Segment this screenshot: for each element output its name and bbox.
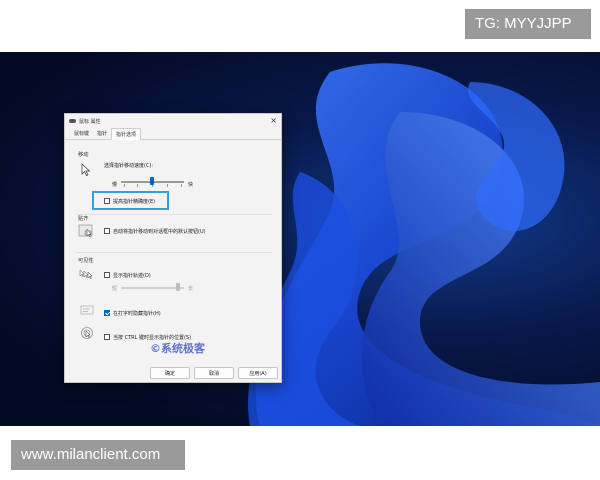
section-divider xyxy=(76,252,272,253)
speed-slider-thumb[interactable] xyxy=(150,177,154,185)
section-title-visibility: 可见性 xyxy=(78,258,94,264)
tab-pointers[interactable]: 指针 xyxy=(93,128,111,139)
ok-button[interactable]: 确定 xyxy=(150,367,190,379)
section-divider xyxy=(76,214,272,215)
apply-button[interactable]: 应用(A) xyxy=(238,367,278,379)
slider-tick xyxy=(124,184,125,187)
trails-slider-thumb[interactable] xyxy=(176,283,180,291)
dialog-titlebar: 鼠标 属性 × xyxy=(65,114,281,128)
snap-to-label: 自动将指针移动到对话框中的默认按钮(U) xyxy=(113,229,206,235)
trails-short-label: 短 xyxy=(112,286,118,292)
slider-tick xyxy=(167,184,168,187)
watermark-logo-icon: © xyxy=(150,342,161,355)
ctrl-locate-icon xyxy=(81,327,93,339)
snap-to-checkbox[interactable] xyxy=(104,228,110,234)
speed-label: 选择指针移动速度(C): xyxy=(104,163,154,169)
watermark-text: 系统极客 xyxy=(161,342,205,355)
dialog-title: 鼠标 属性 xyxy=(79,118,101,125)
slider-tick xyxy=(181,184,182,187)
mouse-icon xyxy=(69,119,76,123)
slow-label: 慢 xyxy=(112,182,118,188)
hide-while-typing-checkbox[interactable] xyxy=(104,310,110,316)
tab-strip: 鼠标键 指针 指针选项 xyxy=(65,128,281,140)
trails-slider-track[interactable] xyxy=(121,287,184,289)
cursor-speed-icon xyxy=(81,163,91,176)
tab-pointer-options[interactable]: 指针选项 xyxy=(111,128,142,140)
ctrl-locate-checkbox[interactable] xyxy=(104,334,110,340)
fast-label: 快 xyxy=(188,182,194,188)
slider-tick xyxy=(137,184,138,187)
close-icon[interactable]: × xyxy=(270,117,277,125)
trails-long-label: 长 xyxy=(188,286,194,292)
section-title-snap-to: 贴齐 xyxy=(78,216,89,222)
section-title-motion: 移动 xyxy=(78,152,89,158)
telegram-badge: TG: MYYJJPP xyxy=(465,9,591,39)
site-watermark: ©系统极客 xyxy=(150,340,205,356)
cancel-button[interactable]: 取消 xyxy=(194,367,234,379)
pointer-trails-checkbox[interactable] xyxy=(104,272,110,278)
hide-while-typing-label: 在打字时隐藏指针(H) xyxy=(113,311,161,317)
website-badge: www.milanclient.com xyxy=(11,440,185,470)
precision-highlight-box xyxy=(92,191,169,210)
snap-to-icon xyxy=(78,224,93,238)
hide-pointer-icon xyxy=(80,305,94,315)
pointer-trails-icon xyxy=(79,269,93,279)
tab-buttons[interactable]: 鼠标键 xyxy=(70,128,93,139)
pointer-trails-label: 显示指针轨迹(D) xyxy=(113,273,151,279)
